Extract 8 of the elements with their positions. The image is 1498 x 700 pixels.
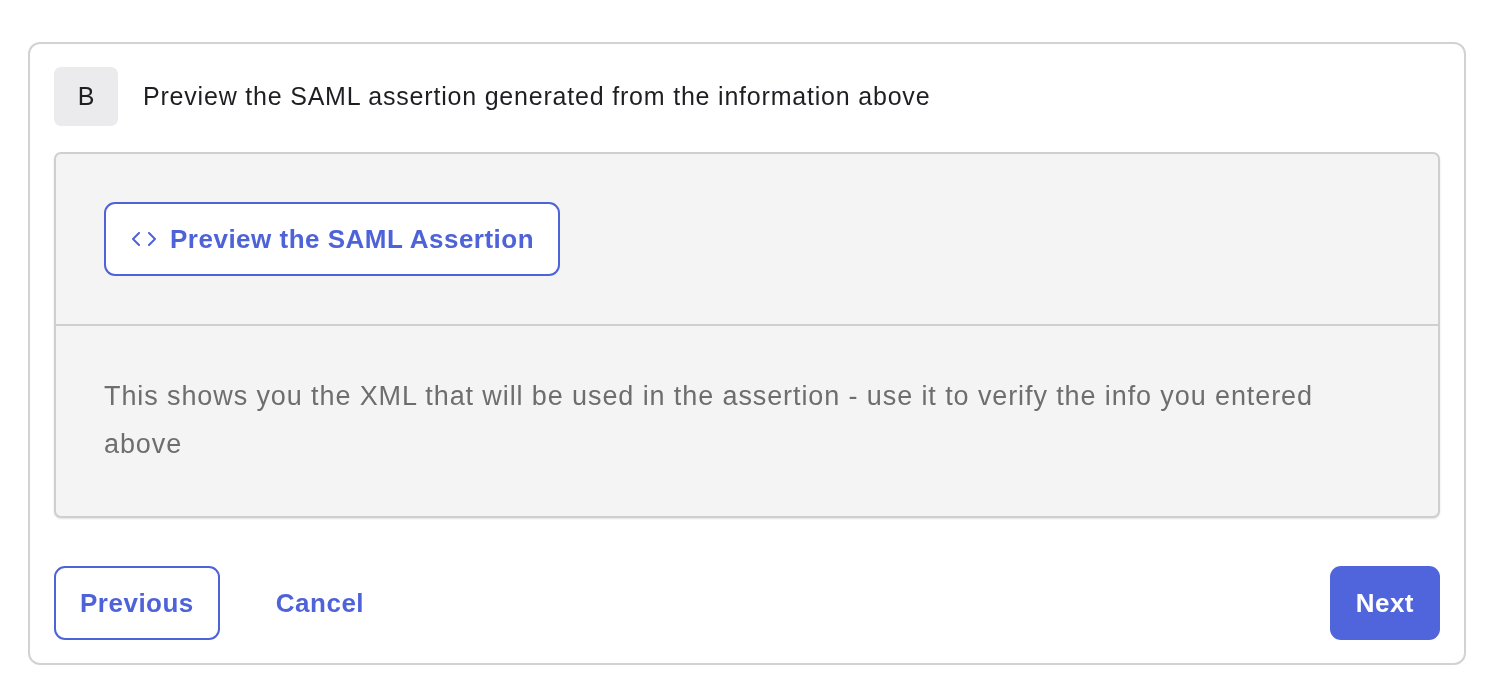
preview-description: This shows you the XML that will be used in the assertion - use it to verify the info you entered above bbox=[104, 380, 1314, 461]
cancel-link[interactable]: Cancel bbox=[249, 566, 391, 640]
step-title: Preview the SAML assertion generated from the information above bbox=[143, 82, 931, 111]
preview-assertion-button[interactable]: Preview the SAML Assertion bbox=[104, 202, 561, 276]
code-icon bbox=[132, 232, 156, 246]
previous-button[interactable]: Previous bbox=[54, 566, 220, 640]
step-badge: B bbox=[54, 67, 118, 126]
next-button[interactable]: Next bbox=[1329, 566, 1440, 640]
